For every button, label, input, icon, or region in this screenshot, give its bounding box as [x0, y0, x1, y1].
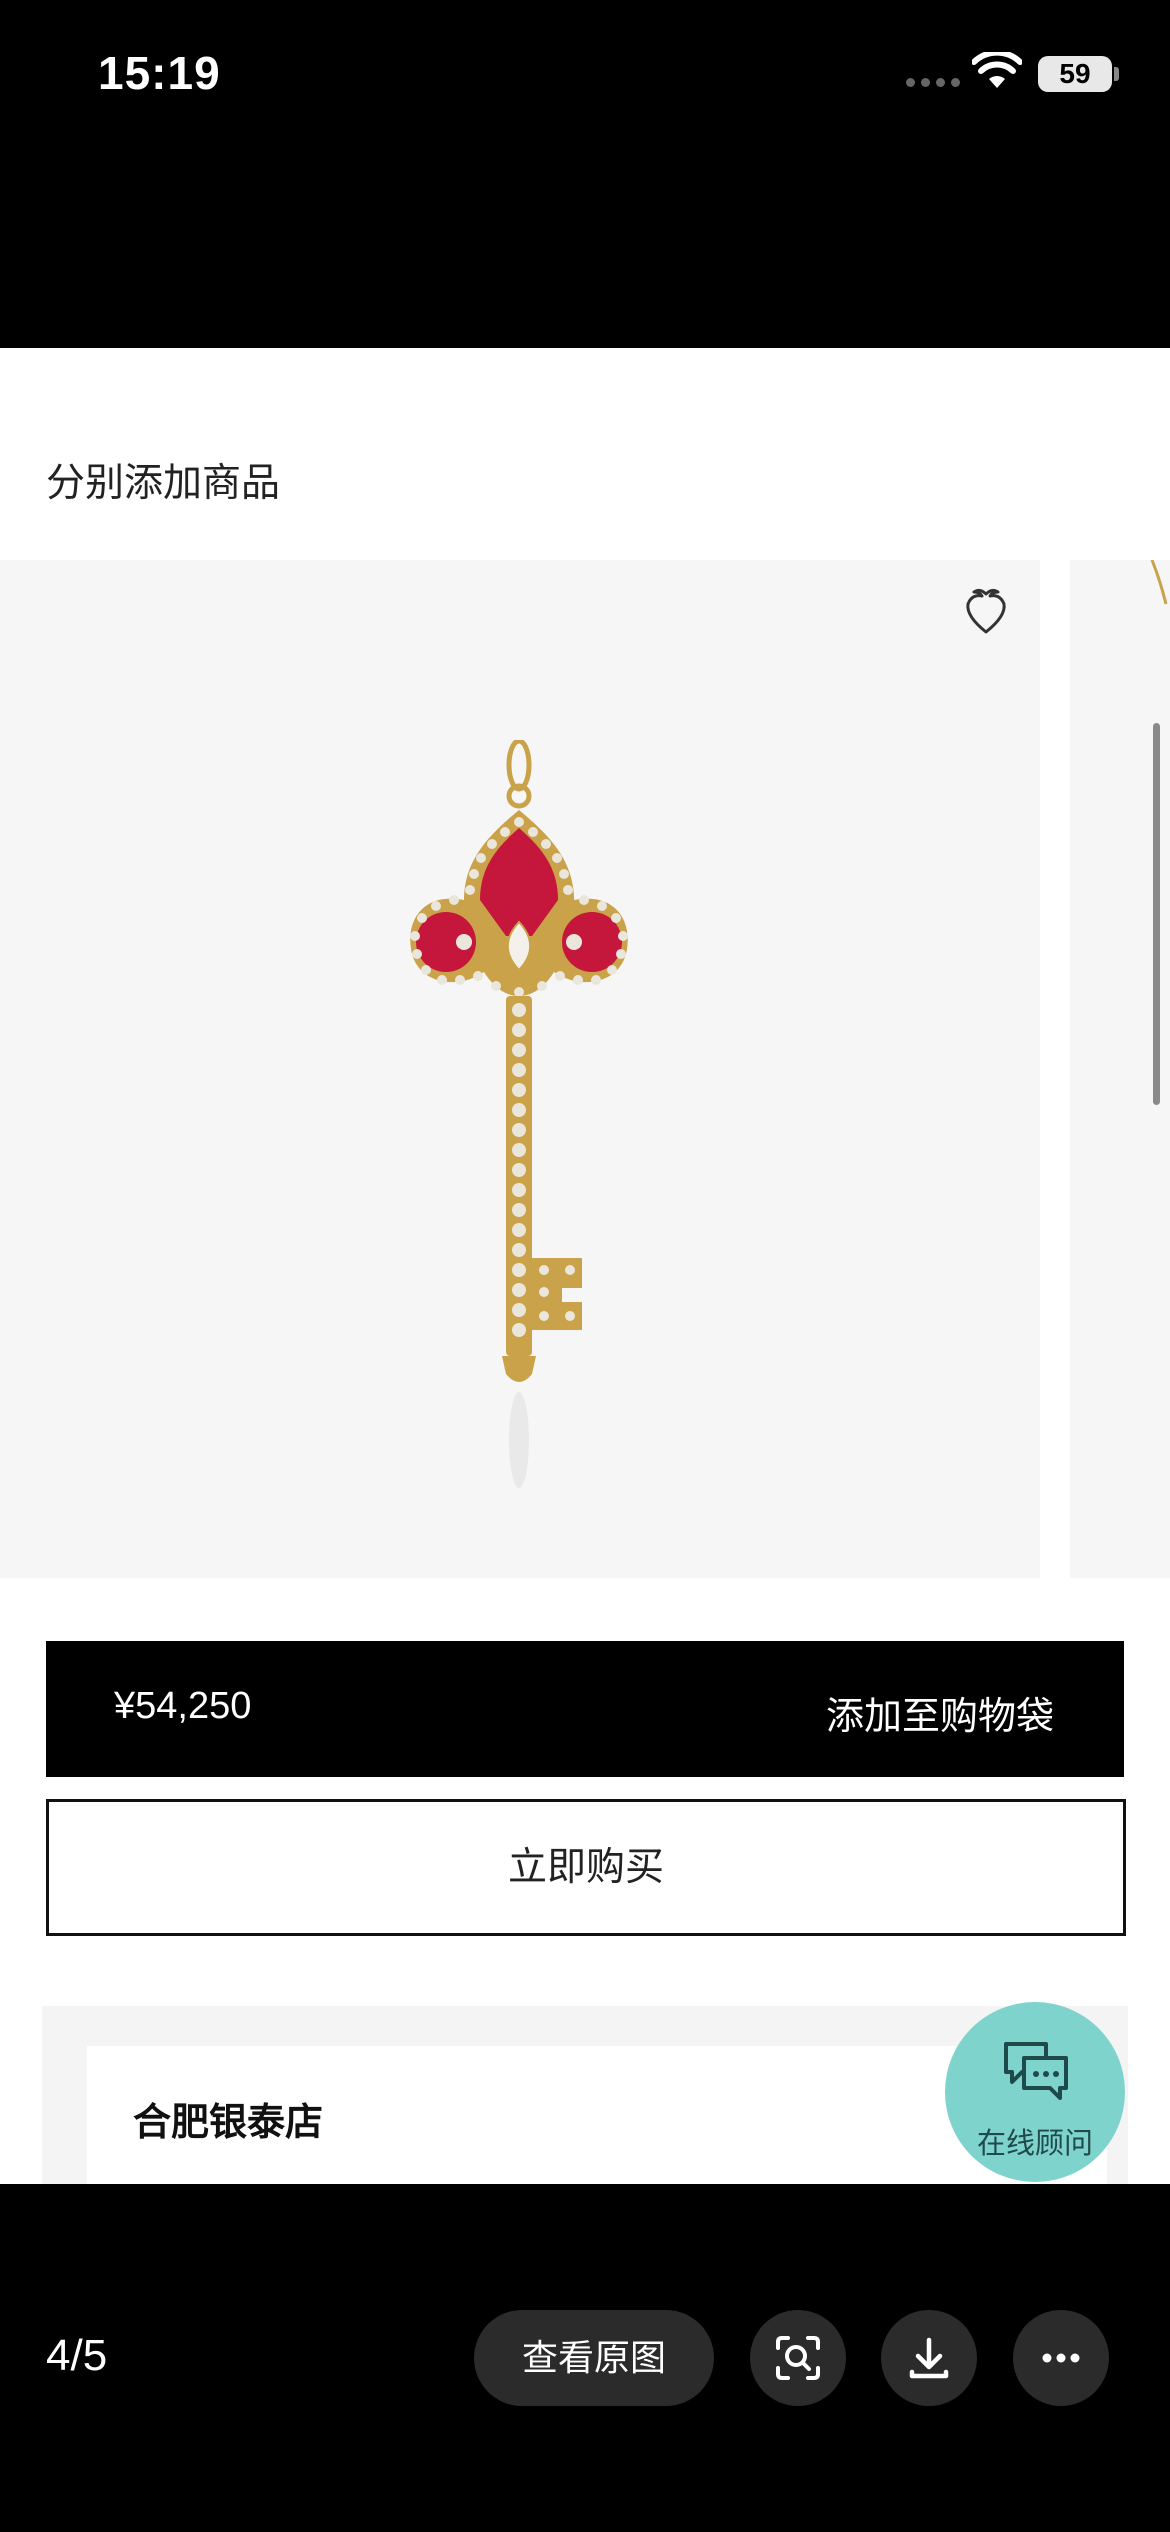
buy-now-label: 立即购买: [507, 1846, 664, 1889]
wifi-icon: [972, 52, 1022, 88]
store-name: 合肥银泰店: [133, 2102, 324, 2144]
battery-indicator: 59: [1038, 56, 1112, 92]
product-price: ¥54,250: [114, 1685, 252, 1727]
section-title: 分别添加商品: [46, 462, 281, 505]
download-button[interactable]: [881, 2310, 977, 2406]
page-indicator: 4/5: [46, 2331, 108, 2380]
download-icon: [909, 2337, 949, 2379]
status-time: 15:19: [98, 47, 221, 99]
chain-image: [1150, 560, 1168, 605]
battery-level: 59: [1059, 58, 1091, 89]
status-bar: 15:19 59: [0, 0, 1170, 150]
viewer-top-area: [0, 150, 1170, 348]
cellular-signal-icon: [906, 78, 960, 87]
more-icon: [1042, 2353, 1080, 2363]
viewed-screenshot: 分别添加商品 ¥54,250 添加至购物袋 立即购买 合肥银泰店 在线顾问: [0, 348, 1170, 2184]
scan-search-button[interactable]: [750, 2310, 846, 2406]
battery-tip: [1114, 67, 1119, 81]
add-to-bag-button[interactable]: ¥54,250 添加至购物袋: [46, 1641, 1124, 1777]
more-button[interactable]: [1013, 2310, 1109, 2406]
view-original-button[interactable]: 查看原图: [474, 2310, 714, 2406]
scroll-indicator: [1153, 723, 1160, 1105]
heart-icon[interactable]: [962, 586, 1010, 638]
add-to-bag-label: 添加至购物袋: [825, 1696, 1054, 1738]
key-pendant-image: [410, 740, 628, 1488]
buy-now-button[interactable]: 立即购买: [46, 1799, 1126, 1936]
scan-search-icon: [776, 2336, 820, 2380]
chat-label: 在线顾问: [976, 2128, 1093, 2160]
chat-bubbles-icon: [1004, 2042, 1068, 2100]
online-advisor-button[interactable]: 在线顾问: [945, 2002, 1125, 2182]
viewer-toolbar: 4/5 查看原图: [0, 2184, 1170, 2532]
